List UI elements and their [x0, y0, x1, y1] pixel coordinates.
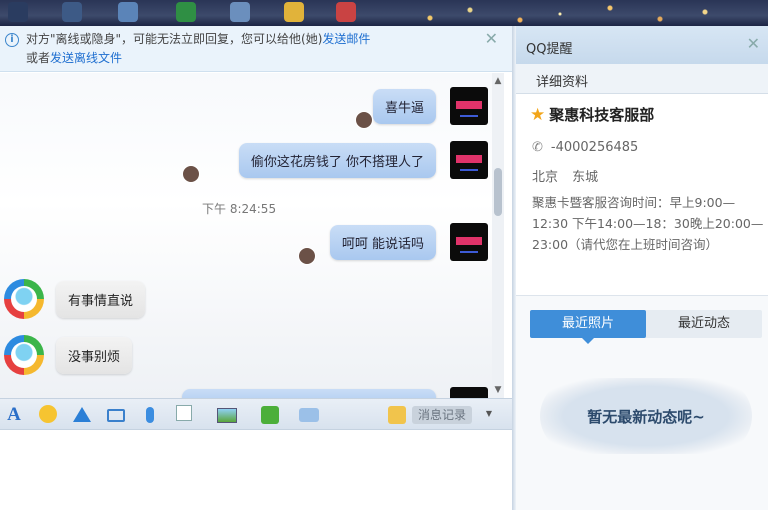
gift-icon[interactable] [260, 405, 280, 425]
side-panel-title: QQ提醒 [526, 42, 573, 57]
activity-tabs: 最近照片 最近动态 [530, 310, 762, 344]
contact-location: 北京 东城 [532, 170, 599, 185]
sender-mini-avatar [298, 247, 316, 265]
history-icon [388, 406, 406, 424]
city-lights-background [0, 0, 768, 26]
tab-recent-photos[interactable]: 最近照片 [530, 310, 646, 344]
message-bubble-outgoing: 呵呵 能说话吗 [329, 225, 436, 260]
doodle-icon[interactable] [174, 405, 194, 425]
chat-toolbar: A ▼ ▼ 消息记录 ▼ [0, 398, 512, 446]
close-icon[interactable]: ✕ [747, 34, 760, 53]
contact-description: 聚惠卡暨客服咨询时间：早上9:00—12:30 下午14:00—18：30晚上2… [532, 195, 764, 252]
taskbar-icon[interactable] [336, 2, 356, 22]
message-input[interactable] [0, 430, 512, 510]
my-avatar[interactable] [450, 141, 488, 179]
tab-details[interactable]: 详细资料 [516, 64, 768, 94]
taskbar-icon[interactable] [230, 2, 250, 22]
taskbar-icon[interactable] [8, 2, 28, 22]
send-offline-file-link[interactable]: 发送离线文件 [50, 51, 122, 65]
message-bubble-outgoing: 喜牛逼 [372, 89, 436, 124]
more-apps-icon[interactable]: ▼ [292, 405, 326, 444]
scroll-thumb[interactable] [494, 168, 502, 216]
chevron-down-icon[interactable]: ▼ [486, 409, 492, 418]
voice-message-icon[interactable] [140, 405, 160, 425]
close-icon[interactable]: ✕ [485, 29, 498, 48]
font-icon[interactable]: A [4, 405, 24, 425]
empty-state-text: 暂无最新动态呢~ [587, 408, 705, 426]
contact-avatar[interactable] [4, 335, 44, 375]
message-history-label: 消息记录 [412, 406, 473, 424]
my-avatar[interactable] [450, 87, 488, 125]
message-bubble-outgoing-partial [182, 389, 436, 398]
chat-panel: i 对方"离线或隐身"，可能无法立即回复，您可以给他(她)发送邮件 或者发送离线… [0, 26, 512, 510]
star-icon: ★ [530, 105, 546, 125]
emoji-icon[interactable] [38, 405, 58, 425]
my-avatar[interactable] [450, 223, 488, 261]
message-scrollbar[interactable]: ▲ ▼ [492, 73, 504, 398]
send-email-link[interactable]: 发送邮件 [322, 32, 370, 46]
message-bubble-incoming: 有事情直说 [56, 281, 146, 318]
contact-profile: ★ 聚惠科技客服部 ✆ -4000256485 北京 东城 聚惠卡暨客服咨询时间：早… [516, 94, 768, 296]
sender-mini-avatar [355, 111, 373, 129]
taskbar-icon[interactable] [118, 2, 138, 22]
contact-name-row: ★ 聚惠科技客服部 [530, 104, 654, 125]
side-panel: QQ提醒 ✕ 详细资料 ★ 聚惠科技客服部 ✆ -4000256485 北京 东城 … [516, 26, 768, 510]
taskbar-icon[interactable] [176, 2, 196, 22]
message-timestamp: 下午 8:24:55 [202, 202, 277, 216]
side-panel-header: QQ提醒 ✕ [516, 26, 768, 64]
contact-phone: -4000256485 [550, 140, 639, 155]
taskbar-icon[interactable] [62, 2, 82, 22]
scroll-down-icon[interactable]: ▼ [492, 384, 504, 396]
info-icon: i [5, 33, 19, 47]
screenshot-icon[interactable] [106, 405, 126, 425]
send-image-icon[interactable]: ▼ [210, 405, 244, 446]
contact-name: 聚惠科技客服部 [549, 106, 655, 124]
phone-icon: ✆ [532, 140, 543, 155]
notice-text-or: 或者 [26, 51, 51, 65]
window-shake-icon[interactable] [72, 405, 92, 425]
sender-mini-avatar [182, 165, 200, 183]
message-bubble-outgoing: 偷你这花房钱了 你不搭理人了 [238, 143, 436, 178]
message-bubble-incoming: 没事别烦 [56, 337, 133, 374]
message-history-button[interactable]: 消息记录 ▼ [388, 404, 492, 426]
tab-recent-activity[interactable]: 最近动态 [646, 310, 762, 338]
contact-phone-row: ✆ -4000256485 [532, 140, 638, 155]
scroll-up-icon[interactable]: ▲ [492, 75, 504, 87]
notice-text: 对方"离线或隐身"，可能无法立即回复，您可以给他(她) [26, 32, 323, 46]
my-avatar[interactable] [450, 387, 488, 398]
message-list: 喜牛逼 偷你这花房钱了 你不搭理人了 下午 8:24:55 呵呵 能说话吗 有事… [0, 73, 500, 398]
taskbar-icon[interactable] [284, 2, 304, 22]
offline-notice-bar: i 对方"离线或隐身"，可能无法立即回复，您可以给他(她)发送邮件 或者发送离线… [0, 26, 512, 72]
desktop-strip [0, 0, 768, 26]
contact-avatar[interactable] [4, 279, 44, 319]
